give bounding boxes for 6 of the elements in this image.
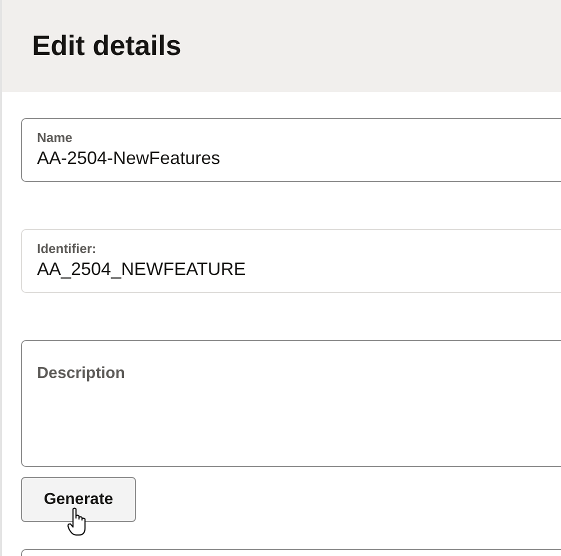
dialog-title: Edit details [32, 30, 182, 62]
name-field[interactable]: Name AA-2504-NewFeatures [21, 118, 561, 182]
generate-button[interactable]: Generate [21, 477, 136, 522]
description-field[interactable]: Description [21, 340, 561, 467]
hand-cursor-icon [67, 507, 87, 537]
identifier-field: Identifier: AA_2504_NEWFEATURE [21, 229, 561, 293]
